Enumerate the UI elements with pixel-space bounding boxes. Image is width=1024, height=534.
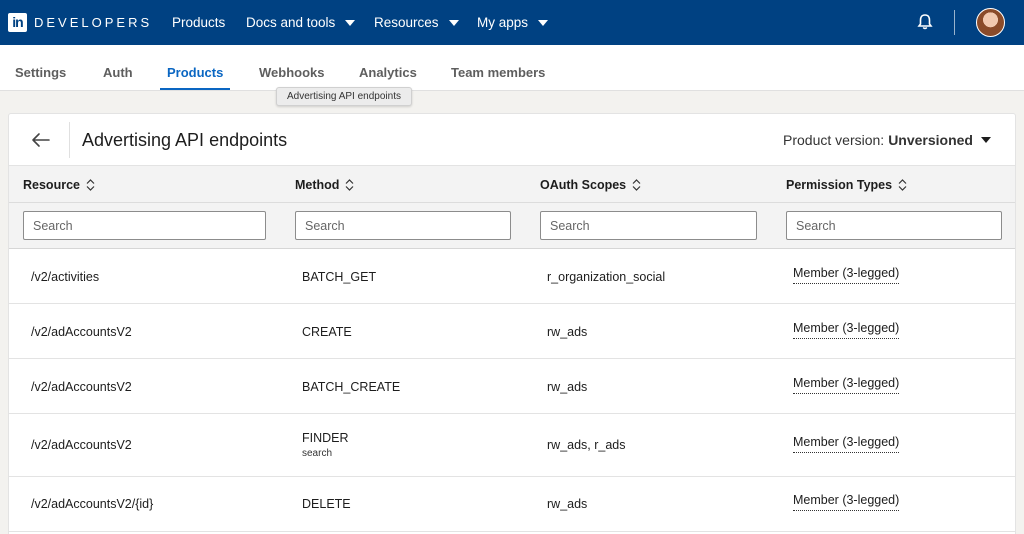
column-header-oauth-scopes[interactable]: OAuth Scopes [540,178,641,192]
nav-resources[interactable]: Resources [374,15,459,30]
sort-icon [632,179,641,191]
permission-type-link[interactable]: Member (3-legged) [793,266,900,284]
method-cell: CREATE [302,325,352,339]
chevron-down-icon [538,19,549,26]
resource-search-input[interactable] [23,211,266,240]
column-header-label: Resource [23,178,80,192]
column-header-label: OAuth Scopes [540,178,627,192]
nav-products[interactable]: Products [172,15,225,30]
version-value: Unversioned [888,132,973,148]
resource-cell: /v2/activities [31,270,100,284]
tab-products[interactable]: Products [167,65,223,80]
tab-team-members[interactable]: Team members [451,65,545,80]
sort-icon [86,179,95,191]
sort-icon [898,179,907,191]
table-row: /v2/adAccountsV2 CREATE rw_ads Member (3… [9,304,1015,359]
column-header-label: Method [295,178,340,192]
top-navigation-bar: in DEVELOPERS Products Docs and tools Re… [0,0,1024,45]
column-filters [9,203,1015,249]
column-header-method[interactable]: Method [295,178,354,192]
tab-settings[interactable]: Settings [15,65,66,80]
table-header: Resource Method OAuth Scopes Permission … [9,166,1015,203]
oauth-scopes-cell: r_organization_social [547,270,666,284]
permission-type-link[interactable]: Member (3-legged) [793,321,900,339]
nav-docs-and-tools-label: Docs and tools [246,15,336,30]
table-row: /v2/adAccountsV2 BATCH_CREATE rw_ads Mem… [9,359,1015,414]
resource-cell: /v2/adAccountsV2 [31,438,132,452]
nav-products-label: Products [172,15,226,30]
tab-webhooks[interactable]: Webhooks [259,65,325,80]
version-label: Product version: [783,132,885,148]
nav-docs-and-tools[interactable]: Docs and tools [246,15,356,30]
permission-types-search-input[interactable] [786,211,1002,240]
nav-divider [954,10,955,35]
column-header-permission-types[interactable]: Permission Types [786,178,907,192]
method-search-input[interactable] [295,211,511,240]
method-cell: BATCH_CREATE [302,380,401,394]
nav-my-apps-label: My apps [477,15,529,30]
back-arrow-icon[interactable] [29,128,53,152]
tab-auth[interactable]: Auth [103,65,133,80]
method-cell: FINDER search [302,431,349,459]
oauth-scopes-cell: rw_ads [547,380,588,394]
card-header: Advertising API endpoints Product versio… [9,114,1015,166]
method-cell: BATCH_GET [302,270,377,284]
oauth-scopes-cell: rw_ads, r_ads [547,438,626,452]
developers-brand[interactable]: DEVELOPERS [34,15,152,30]
app-tabs: Settings Auth Products Webhooks Analytic… [0,45,1024,91]
resource-cell: /v2/adAccountsV2 [31,325,132,339]
chevron-down-icon [345,19,356,26]
table-row: /v2/adAccountsV2/{id} DELETE rw_ads Memb… [9,477,1015,532]
column-header-label: Permission Types [786,178,893,192]
tab-analytics[interactable]: Analytics [359,65,417,80]
table-row: /v2/adAccountsV2 FINDER search rw_ads, r… [9,414,1015,477]
header-divider [69,122,70,158]
tooltip: Advertising API endpoints [276,87,412,106]
linkedin-logo[interactable]: in [8,13,27,32]
nav-my-apps[interactable]: My apps [477,15,549,30]
oauth-scopes-search-input[interactable] [540,211,757,240]
permission-type-link[interactable]: Member (3-legged) [793,493,900,511]
method-finder-name: search [302,448,333,459]
permission-type-link[interactable]: Member (3-legged) [793,435,900,453]
chevron-down-icon [981,137,991,143]
oauth-scopes-cell: rw_ads [547,497,588,511]
method-cell: DELETE [302,497,351,511]
resource-cell: /v2/adAccountsV2 [31,380,132,394]
page-title: Advertising API endpoints [82,130,288,150]
method-name: FINDER [302,431,349,445]
endpoints-card: Advertising API endpoints Product versio… [8,113,1016,534]
chevron-down-icon [448,19,459,26]
table-row: /v2/activities BATCH_GET r_organization_… [9,249,1015,304]
notifications-bell-icon[interactable] [916,13,934,31]
nav-resources-label: Resources [374,15,439,30]
sort-icon [346,179,354,191]
resource-cell: /v2/adAccountsV2/{id} [31,497,154,511]
product-version-dropdown[interactable]: Product version: Unversioned [783,132,991,148]
column-header-resource[interactable]: Resource [23,178,95,192]
active-tab-indicator [160,88,230,90]
oauth-scopes-cell: rw_ads [547,325,588,339]
permission-type-link[interactable]: Member (3-legged) [793,376,900,394]
user-avatar[interactable] [976,8,1005,37]
